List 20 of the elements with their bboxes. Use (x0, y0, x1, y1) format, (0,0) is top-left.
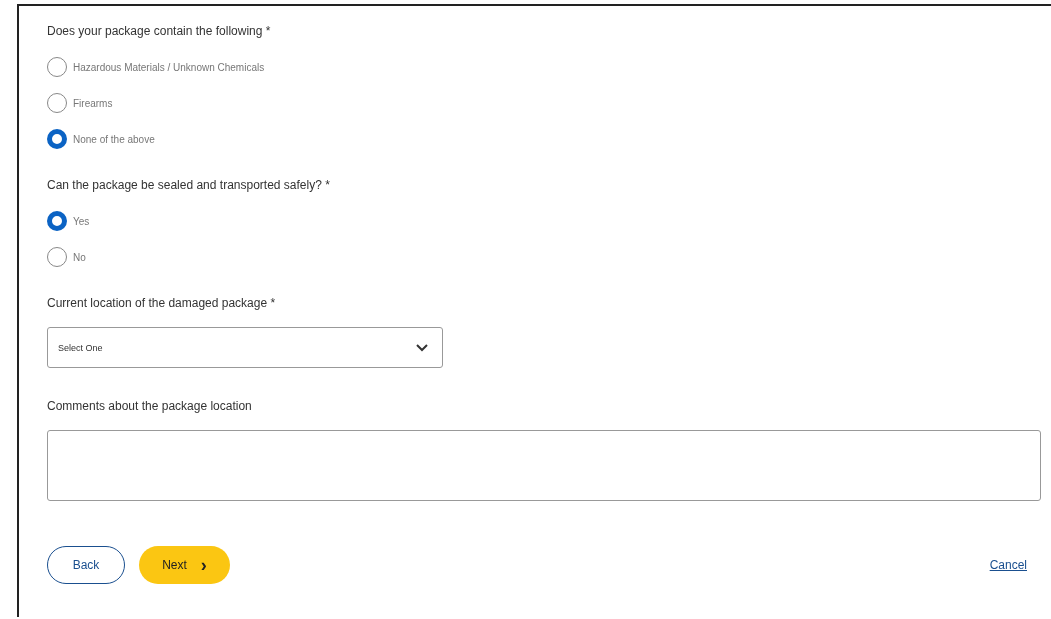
option-label: Hazardous Materials / Unknown Chemicals (73, 61, 265, 73)
option-label: No (73, 251, 86, 263)
option-label: Firearms (73, 97, 113, 109)
radio-button[interactable] (47, 211, 67, 231)
radio-button[interactable] (47, 129, 67, 149)
field-label: Current location of the damaged package * (47, 295, 277, 311)
field-label: Comments about the package location (47, 398, 253, 414)
radio-button[interactable] (47, 57, 67, 77)
chevron-down-icon (416, 343, 428, 352)
radio-button[interactable] (47, 93, 67, 113)
comments-field[interactable] (47, 430, 1041, 501)
question-label: Can the package be sealed and transported safely? * (47, 177, 331, 193)
cancel-link[interactable]: Cancel (989, 558, 1027, 572)
question-label: Does your package contain the following * (47, 23, 272, 39)
back-button[interactable]: Back (47, 546, 125, 584)
option-label: Yes (73, 215, 90, 227)
option-label: None of the above (73, 133, 155, 145)
location-dropdown[interactable]: Select One (47, 327, 443, 368)
next-button[interactable]: Next › (139, 546, 230, 584)
radio-button[interactable] (47, 247, 67, 267)
